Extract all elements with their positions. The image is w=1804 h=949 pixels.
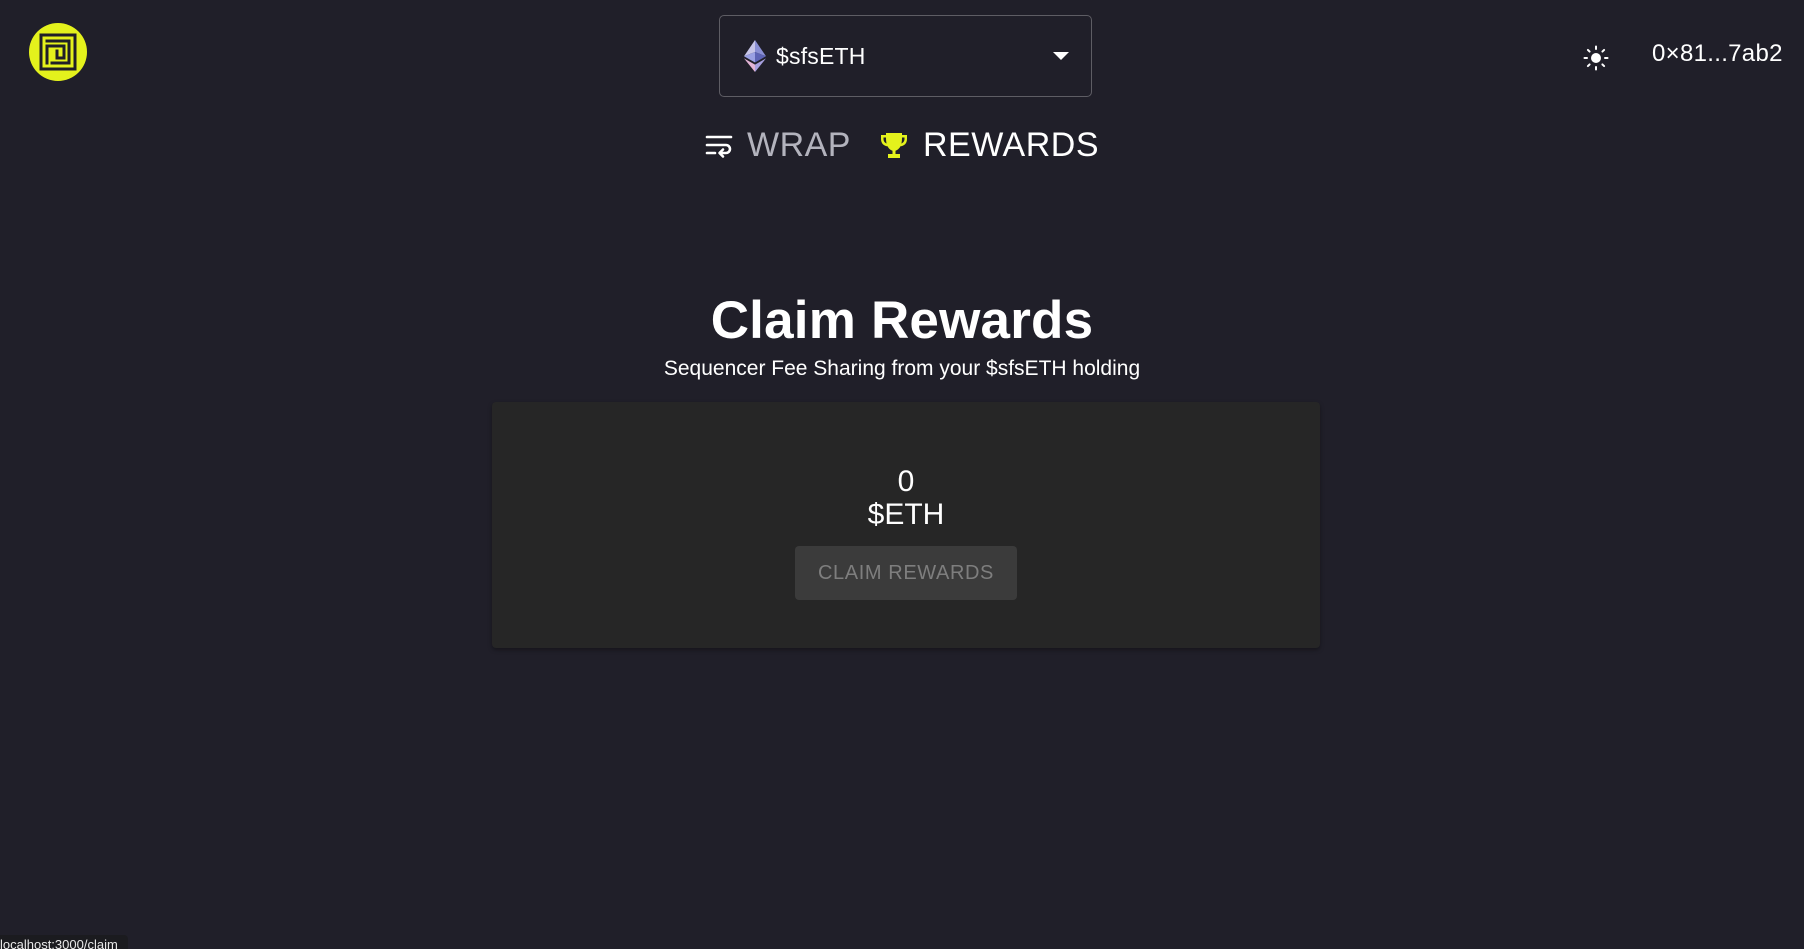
rewards-card: 0 $ETH CLAIM REWARDS [492,402,1320,648]
wallet-address-button[interactable]: 0×81...7ab2 [1652,40,1783,68]
chevron-down-icon [1053,52,1069,60]
tab-rewards-label: REWARDS [922,126,1100,164]
maze-logo-icon[interactable] [29,23,87,81]
reward-unit: $ETH [867,498,945,531]
tab-wrap[interactable]: WRAP [705,126,851,165]
ethereum-icon [744,40,766,72]
status-bar-url: localhost:3000/claim [0,935,128,949]
reward-amount: 0 [897,465,915,498]
main-nav: WRAP REWARDS [0,126,1804,165]
wrap-icon [705,133,733,159]
token-select[interactable]: $sfsETH [719,15,1092,97]
page-title: Claim Rewards [710,291,1094,350]
page-subtitle: Sequencer Fee Sharing from your $sfsETH … [663,357,1141,380]
token-select-value: $sfsETH [776,42,866,69]
claim-rewards-button[interactable]: CLAIM REWARDS [795,546,1017,600]
trophy-icon [879,131,909,161]
tab-rewards[interactable]: REWARDS [879,126,1099,165]
sun-icon[interactable] [1583,45,1609,71]
tab-wrap-label: WRAP [746,126,851,164]
app-root: $sfsETH 0×81...7ab2 WRAP REWARDS Claim R… [0,0,1804,949]
